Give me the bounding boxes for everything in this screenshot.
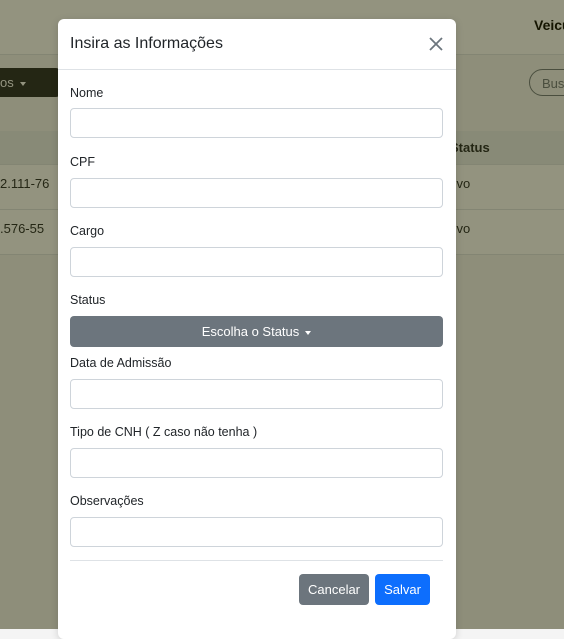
cpf-input[interactable] [70,178,443,208]
cargo-input[interactable] [70,247,443,277]
admissao-input[interactable] [70,379,443,409]
close-icon[interactable] [427,35,445,53]
employee-form-modal: Insira as Informações Nome CPF Cargo Sta… [58,19,456,639]
modal-header: Insira as Informações [58,19,456,70]
caret-down-icon [305,330,312,335]
status-dropdown-button[interactable]: Escolha o Status [70,316,443,347]
admissao-label: Data de Admissão [70,356,172,370]
status-dropdown-label: Escolha o Status [201,324,300,339]
cpf-label: CPF [70,155,95,169]
nome-input[interactable] [70,108,443,138]
cargo-label: Cargo [70,224,105,238]
observacoes-label: Observações [70,494,144,508]
modal-title: Insira as Informações [70,35,223,52]
cnh-input[interactable] [70,448,443,478]
observacoes-input[interactable] [70,517,443,547]
status-label: Status [70,293,106,307]
footer-divider [70,560,443,561]
cnh-label: Tipo de CNH ( Z caso não tenha ) [70,425,258,439]
nome-label: Nome [70,86,104,100]
save-button[interactable]: Salvar [375,574,430,605]
cancel-button[interactable]: Cancelar [299,574,369,605]
